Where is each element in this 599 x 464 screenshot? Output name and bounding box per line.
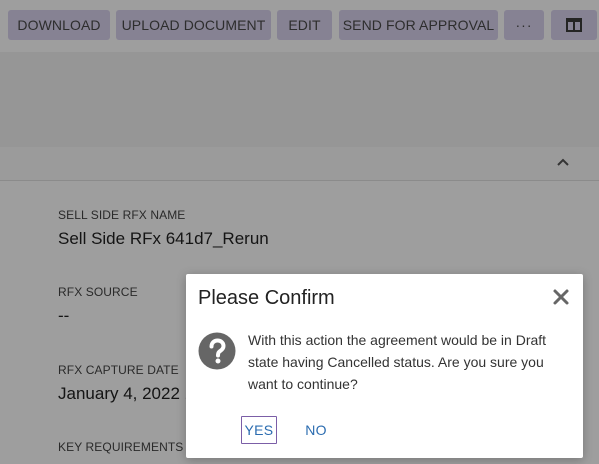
question-circle-icon [198, 332, 236, 370]
no-button[interactable]: NO [299, 416, 333, 444]
close-icon[interactable] [551, 287, 571, 307]
yes-button[interactable]: YES [241, 416, 277, 444]
dialog-message: With this action the agreement would be … [248, 332, 547, 392]
confirm-dialog: Please Confirm With this action the agre… [186, 274, 583, 458]
dialog-title: Please Confirm [198, 287, 335, 309]
